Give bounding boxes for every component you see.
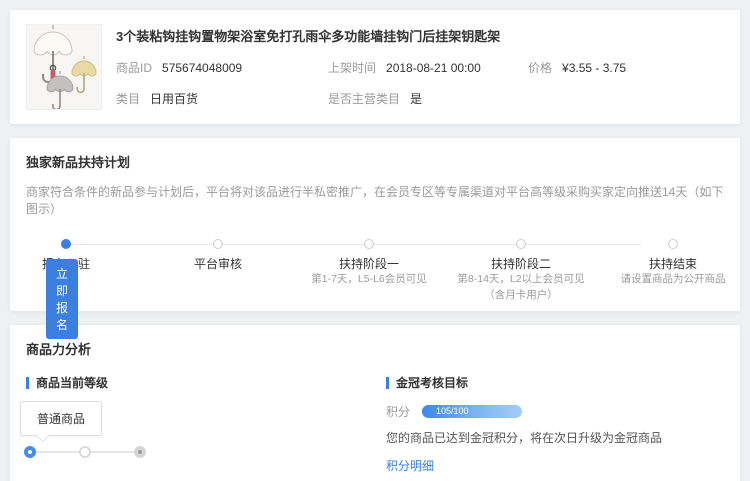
- product-title: 3个装粘钩挂钩置物架浴室免打孔雨伞多功能墙挂钩门后挂架钥匙架: [116, 26, 724, 45]
- step-sub-note: 请设置商品为公开商品: [608, 272, 738, 288]
- support-plan-card: 独家新品扶持计划 商家符合条件的新品参与计划后，平台将对该品进行半私密推广，在会…: [10, 138, 740, 311]
- support-plan-timeline: 报名入驻 立即报名 平台审核 扶持阶段一 第1-7天，L5-L6会员可见 扶持阶…: [26, 239, 724, 297]
- category-field: 类目 日用百货: [116, 90, 328, 107]
- analysis-title: 商品力分析: [26, 339, 724, 358]
- score-detail-link[interactable]: 积分明细: [386, 457, 434, 474]
- support-plan-description: 商家符合条件的新品参与计划后，平台将对该品进行半私密推广，在会员专区等专属渠道对…: [26, 183, 724, 217]
- step-dot-icon: [364, 239, 374, 249]
- current-level-header: 商品当前等级: [36, 374, 108, 391]
- step-sub-note: 第1-7天，L5-L6会员可见: [304, 272, 434, 288]
- score-label: 积分: [386, 403, 410, 420]
- step-dot-icon: [516, 239, 526, 249]
- category-value: 日用百货: [150, 90, 198, 107]
- blue-bar-icon: [386, 377, 389, 389]
- step-dot-icon: [668, 239, 678, 249]
- score-message: 您的商品已达到金冠积分，将在次日升级为金冠商品: [386, 429, 724, 446]
- product-id-field: 商品ID 575674048009: [116, 59, 328, 76]
- main-category-field: 是否主营类目 是: [328, 90, 724, 107]
- level-slider: [24, 445, 146, 459]
- current-level-tooltip: 普通商品: [20, 401, 102, 436]
- step-sub-note: 第8-14天，L2以上会员可见（含月卡用户）: [456, 272, 586, 304]
- price-field: 价格 ¥3.55 - 3.75: [528, 59, 724, 76]
- slider-dot-end-icon: [134, 446, 146, 458]
- gold-crown-target-header: 金冠考核目标: [396, 374, 468, 391]
- gold-crown-target-panel: 金冠考核目标 积分 105/100 您的商品已达到金冠积分，将在次日升级为金冠商…: [386, 374, 724, 474]
- listing-time-field: 上架时间 2018-08-21 00:00: [328, 59, 528, 76]
- slider-dot-middle-icon: [79, 446, 91, 458]
- product-thumbnail: [26, 24, 102, 110]
- price-value: ¥3.55 - 3.75: [562, 61, 626, 75]
- score-progress-bar: 105/100: [422, 405, 522, 418]
- step-dot-active-icon: [61, 239, 71, 249]
- listing-time-value: 2018-08-21 00:00: [386, 61, 481, 75]
- main-category-value: 是: [410, 90, 422, 107]
- support-plan-title: 独家新品扶持计划: [26, 152, 724, 171]
- product-analysis-card: 商品力分析 商品当前等级 普通商品 金冠考核目标 积分 105/100: [10, 325, 740, 481]
- current-level-panel: 商品当前等级 普通商品: [26, 374, 386, 474]
- step-dot-icon: [213, 239, 223, 249]
- product-id-value: 575674048009: [162, 61, 242, 75]
- umbrella-hooks-image: [27, 25, 102, 110]
- product-summary-card: 3个装粘钩挂钩置物架浴室免打孔雨伞多功能墙挂钩门后挂架钥匙架 商品ID 5756…: [10, 10, 740, 124]
- slider-dot-current-icon: [24, 446, 36, 458]
- apply-now-button[interactable]: 立即报名: [46, 259, 78, 339]
- timeline-line: [66, 244, 641, 245]
- blue-bar-icon: [26, 377, 29, 389]
